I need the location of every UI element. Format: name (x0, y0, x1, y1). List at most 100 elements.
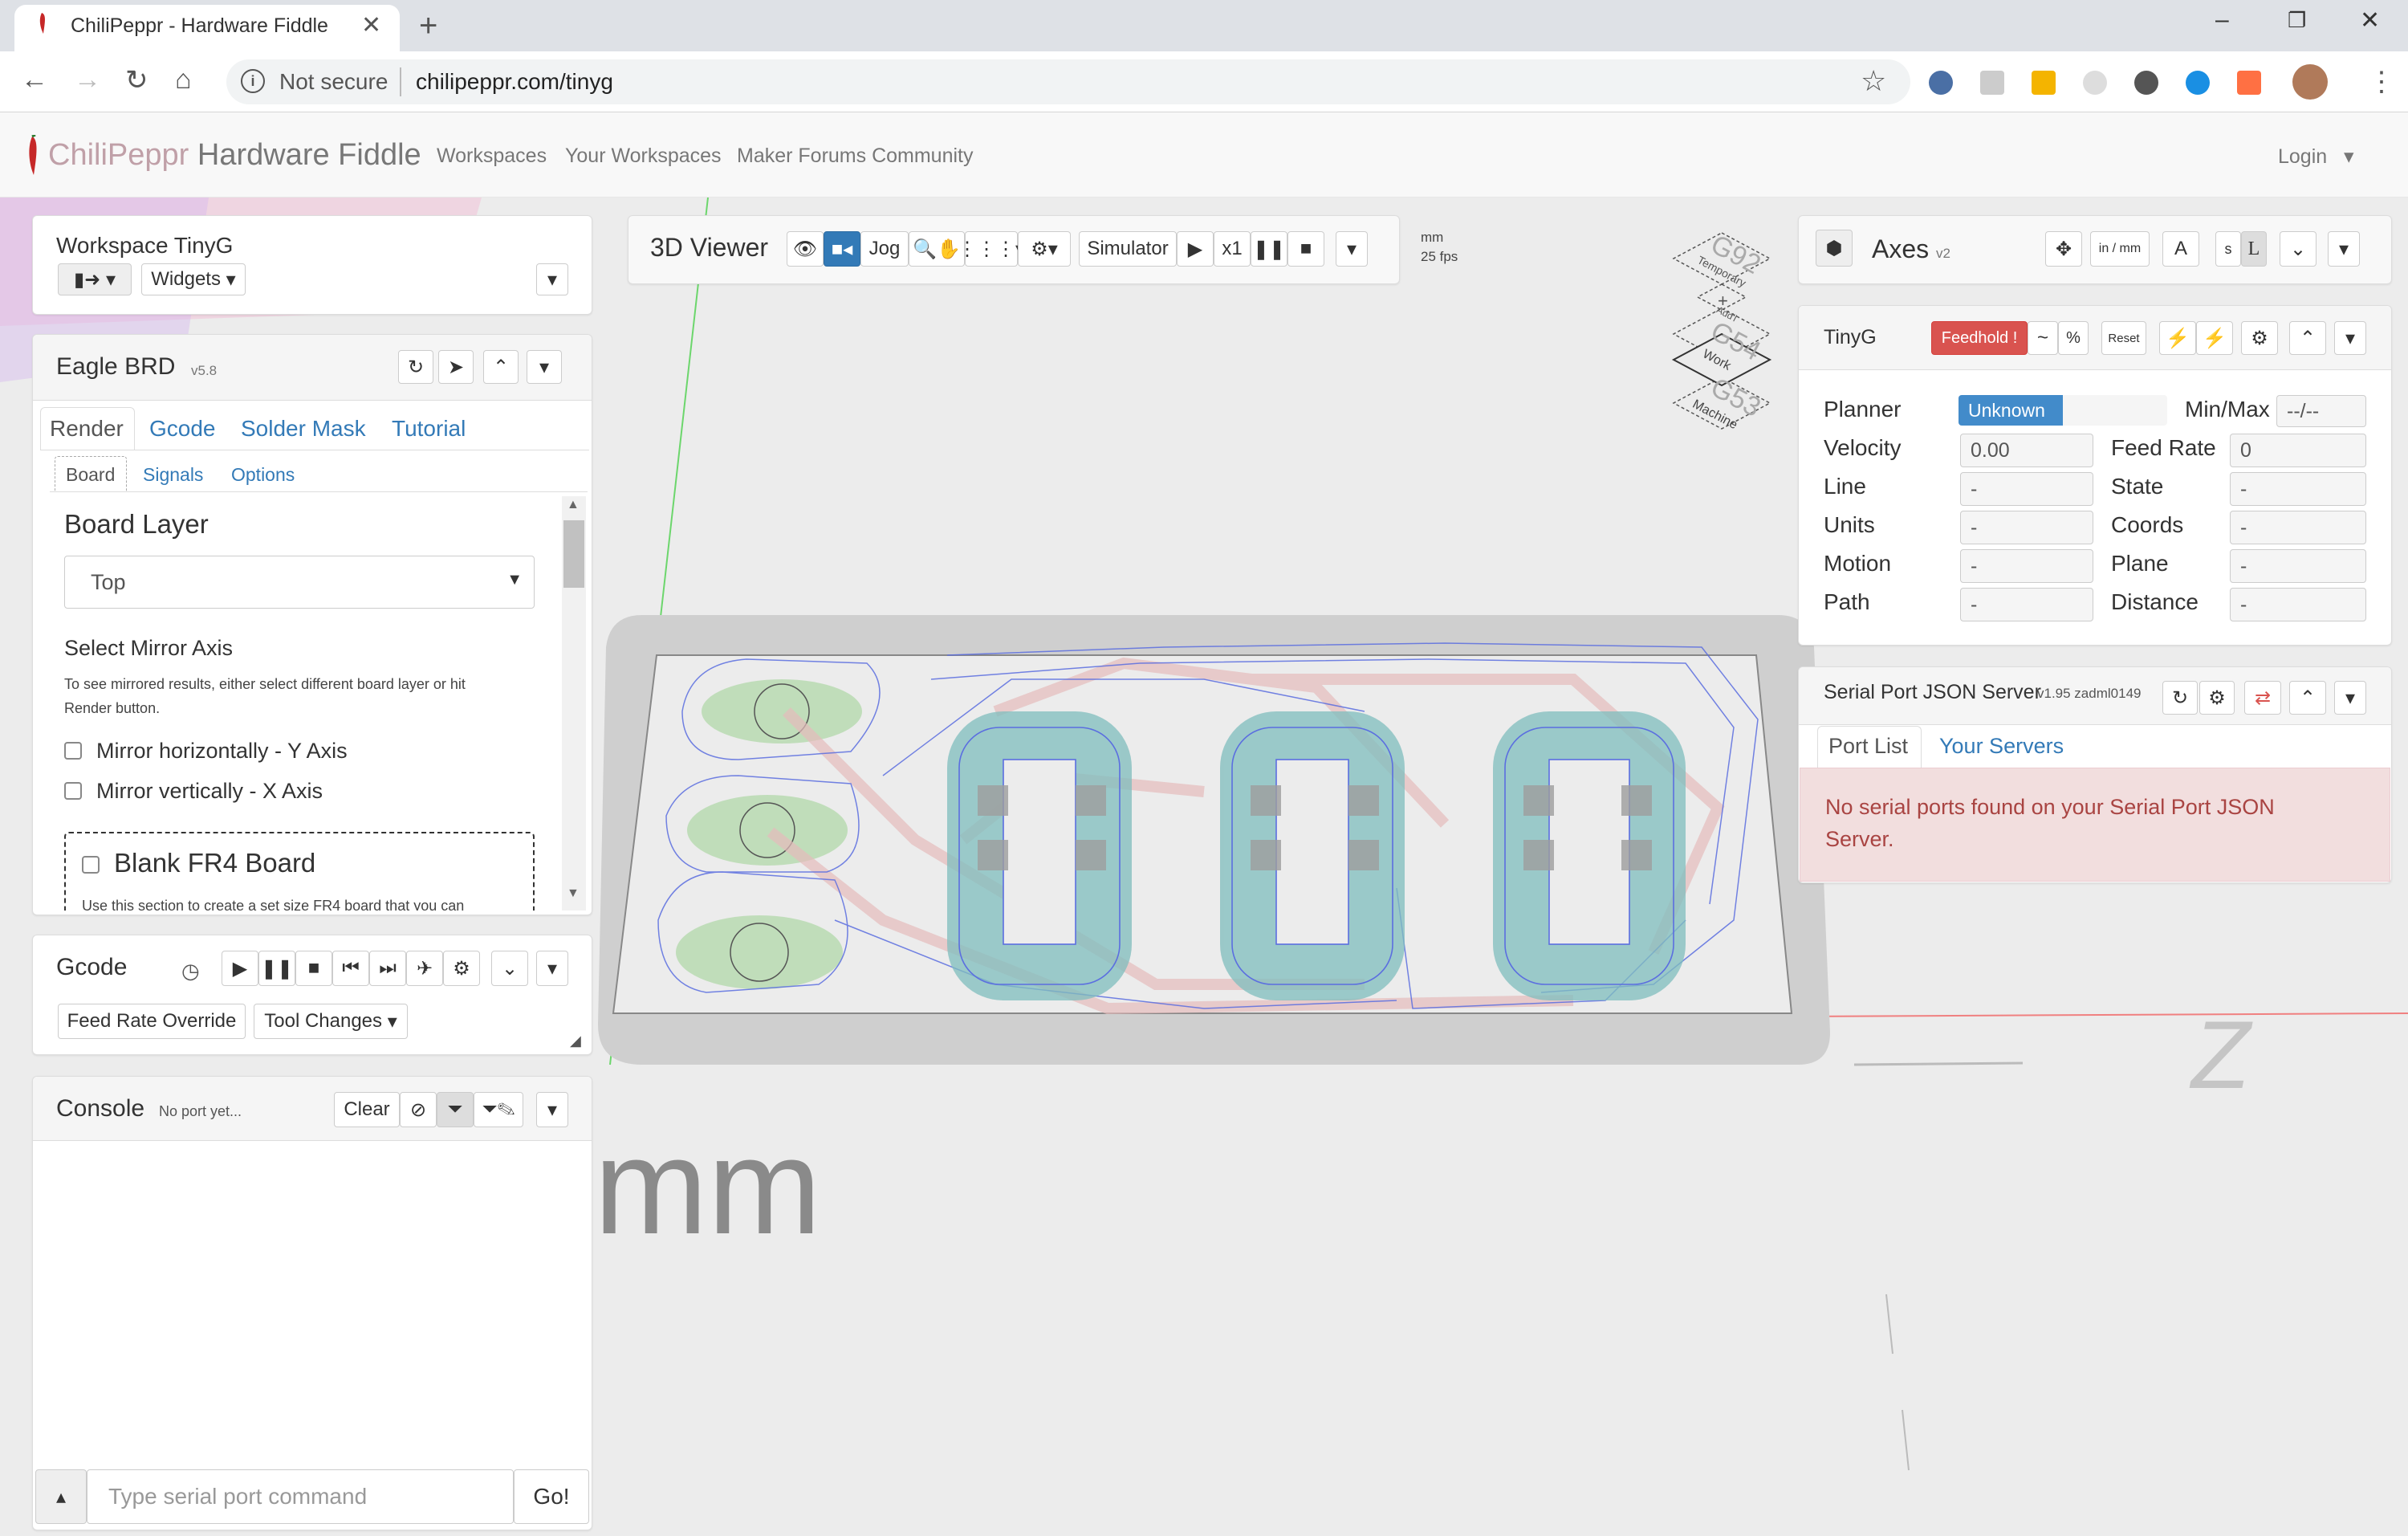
reset-button[interactable]: Reset (2101, 321, 2146, 355)
chrome-menu-icon[interactable]: ⋮ (2368, 66, 2395, 98)
info-icon[interactable]: i (241, 69, 265, 93)
axes-collapse-button[interactable]: ⌄ (2280, 231, 2316, 267)
tinyg-bolt-button-2[interactable]: ⚡ (2196, 321, 2233, 355)
tinyg-options-button[interactable] (2334, 321, 2366, 355)
tool-changes-dropdown[interactable]: Tool Changes (254, 1004, 408, 1039)
console-options-button[interactable] (536, 1092, 568, 1127)
eagle-scrollbar-thumb[interactable] (563, 520, 584, 588)
feedhold-button[interactable]: Feedhold ! (1931, 321, 2028, 355)
spjs-options-button[interactable] (2334, 681, 2366, 715)
console-command-input[interactable]: Type serial port command (87, 1469, 514, 1524)
subtab-options[interactable]: Options (231, 464, 295, 486)
nav-your-workspaces[interactable]: Your Workspaces (565, 145, 722, 168)
bookmark-star-icon[interactable]: ☆ (1861, 64, 1886, 98)
gcode-collapse-button[interactable]: ⌄ (491, 951, 528, 986)
spjs-collapse-button[interactable]: ⌃ (2289, 681, 2326, 715)
extension-icon-3[interactable] (2032, 71, 2056, 95)
extension-icon-4[interactable] (2083, 71, 2107, 95)
nav-maker-forums[interactable]: Maker Forums Community (737, 145, 974, 168)
eagle-send-button[interactable]: ➤ (438, 350, 474, 384)
axes-move-button[interactable]: ✥ (2045, 231, 2082, 267)
console-block-button[interactable]: ⊘ (400, 1092, 437, 1127)
gcode-options-button[interactable] (536, 951, 568, 986)
restore-icon[interactable]: ❐ (2288, 8, 2306, 33)
viewer-options-button[interactable] (1336, 231, 1368, 267)
viewer-camera-button[interactable]: ■◂ (824, 231, 860, 267)
login-dropdown[interactable]: Login (2278, 145, 2354, 169)
viewer-eye-button[interactable]: 👁 (787, 231, 824, 267)
extension-icon-6[interactable] (2186, 71, 2210, 95)
axes-icon-button[interactable]: ⬢ (1816, 230, 1853, 267)
tinyg-collapse-button[interactable]: ⌃ (2289, 321, 2326, 355)
simulator-pause-button[interactable]: ❚❚ (1251, 231, 1287, 267)
scroll-down-icon[interactable]: ▼ (567, 886, 580, 901)
tab-close-icon[interactable]: ✕ (361, 11, 381, 39)
extension-icon-5[interactable] (2134, 71, 2158, 95)
extension-icon-1[interactable] (1929, 71, 1953, 95)
queue-flush-button[interactable]: % (2058, 321, 2089, 355)
reload-icon[interactable]: ↻ (125, 64, 148, 96)
gcode-settings-button[interactable]: ⚙ (443, 951, 480, 986)
viewer-jog-button[interactable]: Jog (860, 231, 909, 267)
new-tab-icon[interactable]: + (419, 8, 437, 44)
spjs-refresh-button[interactable]: ↻ (2162, 681, 2198, 715)
nav-workspaces[interactable]: Workspaces (437, 145, 547, 168)
gcode-play-button[interactable]: ▶ (222, 951, 258, 986)
blank-fr4-checkbox[interactable] (82, 856, 100, 874)
back-icon[interactable]: ← (21, 64, 48, 96)
tab-tutorial[interactable]: Tutorial (392, 416, 466, 442)
workspace-options-button[interactable] (536, 263, 568, 295)
axes-l-button[interactable]: L (2241, 231, 2267, 267)
tab-solder-mask[interactable]: Solder Mask (241, 416, 366, 442)
simulator-speed-button[interactable]: x1 (1214, 231, 1251, 267)
axes-a-button[interactable]: A (2162, 231, 2199, 267)
simulator-stop-button[interactable]: ■ (1287, 231, 1324, 267)
mirror-h-checkbox[interactable] (64, 742, 82, 760)
board-layer-select[interactable]: Top ▼ (64, 556, 535, 609)
resize-handle-icon[interactable]: ◢ (570, 1033, 581, 1049)
console-history-button[interactable]: ▴ (35, 1469, 87, 1524)
tab-your-servers[interactable]: Your Servers (1939, 734, 2064, 759)
workspace-menu-button[interactable]: ▮➜ (58, 263, 132, 295)
console-clear-button[interactable]: Clear (334, 1092, 400, 1127)
viewer-settings-dropdown[interactable]: ⚙ (1018, 231, 1071, 267)
eagle-refresh-button[interactable]: ↻ (398, 350, 433, 384)
minimize-icon[interactable]: – (2215, 6, 2229, 34)
url-text[interactable]: chilipeppr.com/tinyg (416, 69, 613, 95)
tinyg-bolt-button-1[interactable]: ⚡ (2159, 321, 2196, 355)
console-filter-edit-button[interactable]: ⏷✎ (474, 1092, 523, 1127)
mirror-v-checkbox[interactable] (64, 782, 82, 800)
forward-icon[interactable]: → (74, 64, 101, 96)
simulator-play-button[interactable]: ▶ (1177, 231, 1214, 267)
axes-s-button[interactable]: s (2215, 231, 2241, 267)
viewer-zoom-button[interactable]: 🔍✋ (909, 231, 965, 267)
tab-gcode[interactable]: Gcode (149, 416, 216, 442)
window-close-icon[interactable]: ✕ (2360, 6, 2380, 35)
axes-units-button[interactable]: in / mm (2090, 231, 2150, 267)
resume-button[interactable]: ~ (2028, 321, 2058, 355)
extension-icon-7[interactable] (2237, 71, 2261, 95)
tinyg-settings-button[interactable]: ⚙ (2241, 321, 2278, 355)
gcode-prev-button[interactable]: ⏮ (332, 951, 369, 986)
console-filter-button[interactable]: ⏷ (437, 1092, 474, 1127)
gcode-plane-button[interactable]: ✈ (406, 951, 443, 986)
viewer-simulator-button[interactable]: Simulator (1079, 231, 1177, 267)
brand[interactable]: ChiliPeppr Hardware Fiddle (48, 138, 421, 173)
spjs-settings-button[interactable]: ⚙ (2199, 681, 2235, 715)
viewer-grid-dropdown[interactable]: ⋮⋮⋮ (958, 231, 1018, 267)
scroll-up-icon[interactable]: ▲ (567, 498, 580, 512)
subtab-signals[interactable]: Signals (143, 464, 203, 486)
console-go-button[interactable]: Go! (514, 1469, 589, 1524)
profile-avatar[interactable] (2292, 64, 2328, 100)
extension-icon-2[interactable] (1980, 71, 2004, 95)
gcode-stop-button[interactable]: ■ (295, 951, 332, 986)
feed-rate-override-button[interactable]: Feed Rate Override (58, 1004, 246, 1039)
home-icon[interactable]: ⌂ (175, 64, 192, 96)
eagle-collapse-button[interactable]: ⌃ (483, 350, 519, 384)
spjs-reconnect-button[interactable]: ⇄ (2244, 681, 2281, 715)
eagle-options-button[interactable] (527, 350, 562, 384)
axes-options-button[interactable] (2328, 231, 2360, 267)
gcode-next-button[interactable]: ⏭ (369, 951, 406, 986)
gcode-pause-button[interactable]: ❚❚ (258, 951, 295, 986)
widgets-dropdown[interactable]: Widgets (141, 263, 246, 295)
